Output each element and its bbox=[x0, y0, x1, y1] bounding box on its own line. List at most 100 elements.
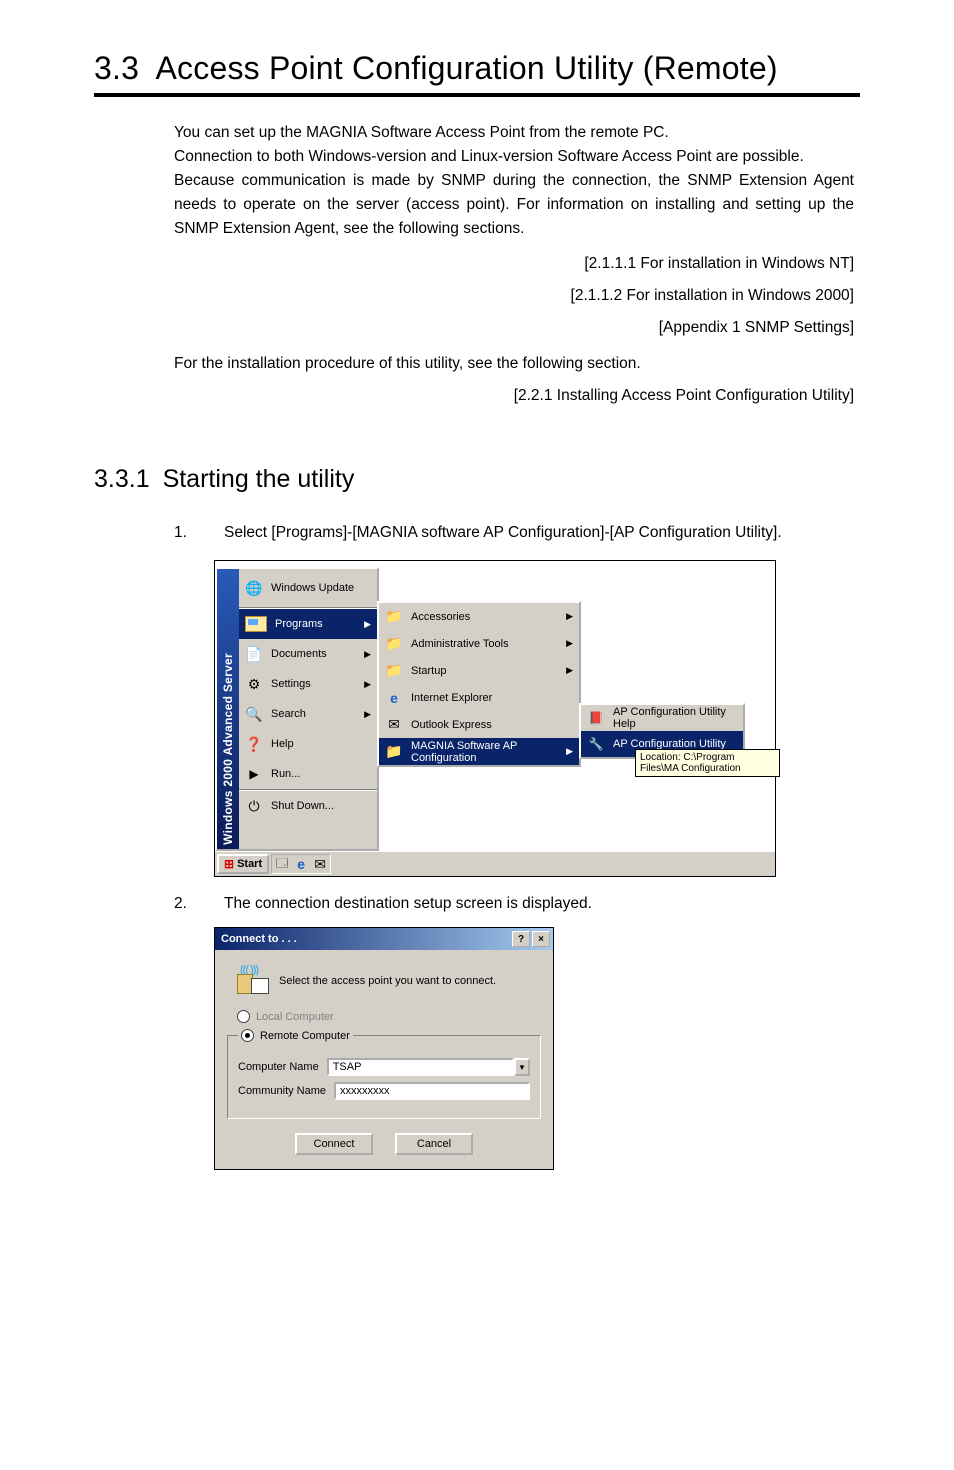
submenu-item-magnia[interactable]: MAGNIA Software AP Configuration ▶ bbox=[379, 738, 579, 765]
search-icon bbox=[245, 705, 263, 723]
radio-icon bbox=[237, 1010, 250, 1023]
submenu-item-admin-tools[interactable]: Administrative Tools ▶ bbox=[379, 630, 579, 657]
intro-block: You can set up the MAGNIA Software Acces… bbox=[174, 121, 854, 241]
start-item-windows-update[interactable]: Windows Update bbox=[239, 569, 377, 607]
submenu-arrow-icon: ▶ bbox=[566, 746, 573, 757]
computer-name-input[interactable] bbox=[327, 1058, 514, 1076]
titlebar-help-button[interactable]: ? bbox=[512, 931, 530, 947]
radio-label: Local Computer bbox=[256, 1011, 334, 1023]
start-item-help[interactable]: Help bbox=[239, 729, 377, 759]
tooltip-location: Location: C:\Program Files\MA Configurat… bbox=[635, 749, 780, 777]
folder-icon bbox=[385, 635, 403, 653]
start-item-label: Windows Update bbox=[271, 582, 354, 594]
run-icon bbox=[245, 765, 263, 783]
step-2-number: 2. bbox=[174, 895, 224, 913]
community-name-label: Community Name bbox=[238, 1085, 326, 1097]
submenu-arrow-icon: ▶ bbox=[364, 619, 371, 630]
start-button-label: Start bbox=[237, 858, 262, 870]
taskbar: Start 🗔 bbox=[215, 851, 775, 876]
submenu-item-oe[interactable]: Outlook Express bbox=[379, 711, 579, 738]
dialog-body: ((( ))) Select the access point you want… bbox=[215, 950, 553, 1169]
start-item-label: Shut Down... bbox=[271, 800, 334, 812]
heading-rule bbox=[94, 93, 860, 97]
cancel-button[interactable]: Cancel bbox=[395, 1133, 473, 1155]
submenu-item-label: Administrative Tools bbox=[411, 638, 509, 650]
dialog-prompt: Select the access point you want to conn… bbox=[279, 975, 496, 987]
settings-icon bbox=[245, 675, 263, 693]
radio-local-computer[interactable]: Local Computer bbox=[237, 1010, 541, 1023]
intro2-text: For the installation procedure of this u… bbox=[174, 355, 854, 373]
page-title: 3.3 Access Point Configuration Utility (… bbox=[94, 50, 860, 87]
start-item-search[interactable]: Search ▶ bbox=[239, 699, 377, 729]
titlebar-close-button[interactable]: × bbox=[532, 931, 550, 947]
remote-computer-group: Remote Computer Computer Name ▼ Communit… bbox=[227, 1029, 541, 1119]
ref-link-3: [Appendix 1 SNMP Settings] bbox=[174, 319, 854, 337]
intro-p3: Because communication is made by SNMP du… bbox=[174, 169, 854, 241]
submenu-item-ie[interactable]: Internet Explorer bbox=[379, 684, 579, 711]
start-menu: Windows 2000 Advanced Server Windows Upd… bbox=[215, 567, 379, 851]
radio-label: Remote Computer bbox=[260, 1030, 350, 1042]
step-1-number: 1. bbox=[174, 524, 224, 542]
subsection-number: 3.3.1 bbox=[94, 465, 150, 493]
start-item-label: Settings bbox=[271, 678, 311, 690]
submenu-item-label: Outlook Express bbox=[411, 719, 492, 731]
ref-link-4: [2.2.1 Installing Access Point Configura… bbox=[174, 387, 854, 405]
step-1-text: Select [Programs]-[MAGNIA software AP Co… bbox=[224, 524, 860, 542]
steps-list-2: 2. The connection destination setup scre… bbox=[174, 895, 860, 913]
submenu-item-label: Startup bbox=[411, 665, 446, 677]
submenu-item-label: AP Configuration Utility Help bbox=[613, 706, 737, 730]
submenu-item-ap-help[interactable]: AP Configuration Utility Help bbox=[581, 705, 743, 731]
submenu-item-label: Internet Explorer bbox=[411, 692, 492, 704]
folder-icon bbox=[385, 608, 403, 626]
radio-icon bbox=[241, 1029, 254, 1042]
help-icon bbox=[245, 735, 263, 753]
folder-icon bbox=[385, 662, 403, 680]
submenu-item-startup[interactable]: Startup ▶ bbox=[379, 657, 579, 684]
submenu-item-label: Accessories bbox=[411, 611, 470, 623]
intro-p2: Connection to both Windows-version and L… bbox=[174, 145, 854, 169]
quick-launch-oe-icon[interactable] bbox=[312, 856, 328, 872]
start-item-run[interactable]: Run... bbox=[239, 759, 377, 789]
submenu-item-label: MAGNIA Software AP Configuration bbox=[411, 740, 558, 764]
step-2-text: The connection destination setup screen … bbox=[224, 895, 860, 913]
reference-links-block-2: [2.2.1 Installing Access Point Configura… bbox=[174, 387, 854, 405]
start-item-settings[interactable]: Settings ▶ bbox=[239, 669, 377, 699]
computer-name-combo[interactable]: ▼ bbox=[327, 1058, 530, 1076]
subsection-title: Starting the utility bbox=[163, 465, 355, 493]
start-item-documents[interactable]: Documents ▶ bbox=[239, 639, 377, 669]
outlook-express-icon bbox=[385, 716, 403, 734]
internet-explorer-icon bbox=[385, 689, 403, 707]
intro-p1: You can set up the MAGNIA Software Acces… bbox=[174, 121, 854, 145]
screenshot-connect-dialog: Connect to . . . ? × ((( ))) Select the … bbox=[214, 927, 554, 1170]
windows-update-icon bbox=[245, 579, 263, 597]
submenu-item-accessories[interactable]: Accessories ▶ bbox=[379, 603, 579, 630]
programs-submenu: Accessories ▶ Administrative Tools ▶ Sta… bbox=[377, 601, 581, 767]
community-name-input[interactable] bbox=[334, 1082, 530, 1100]
start-item-shutdown[interactable]: Shut Down... bbox=[239, 791, 377, 821]
quick-launch-desktop-icon[interactable]: 🗔 bbox=[274, 856, 290, 872]
folder-icon bbox=[385, 743, 403, 761]
steps-list: 1. Select [Programs]-[MAGNIA software AP… bbox=[174, 524, 860, 542]
screenshot-start-menu: Windows 2000 Advanced Server Windows Upd… bbox=[214, 560, 776, 877]
start-item-programs[interactable]: Programs ▶ bbox=[239, 609, 377, 639]
documents-icon bbox=[245, 645, 263, 663]
submenu-arrow-icon: ▶ bbox=[566, 665, 573, 676]
connect-button[interactable]: Connect bbox=[295, 1133, 373, 1155]
submenu-arrow-icon: ▶ bbox=[566, 611, 573, 622]
dialog-title: Connect to . . . bbox=[221, 933, 297, 945]
submenu-arrow-icon: ▶ bbox=[364, 649, 371, 660]
help-file-icon bbox=[587, 709, 605, 727]
start-menu-banner: Windows 2000 Advanced Server bbox=[217, 569, 239, 849]
start-button[interactable]: Start bbox=[217, 854, 269, 874]
quick-launch-ie-icon[interactable] bbox=[293, 856, 309, 872]
start-item-label: Programs bbox=[275, 618, 323, 630]
dialog-icon: ((( ))) bbox=[237, 966, 267, 996]
shutdown-icon bbox=[245, 797, 263, 815]
radio-remote-computer[interactable]: Remote Computer bbox=[238, 1029, 353, 1042]
start-item-label: Run... bbox=[271, 768, 300, 780]
reference-links-block: [2.1.1.1 For installation in Windows NT]… bbox=[174, 255, 854, 337]
start-item-label: Documents bbox=[271, 648, 327, 660]
dropdown-button[interactable]: ▼ bbox=[514, 1058, 530, 1076]
submenu-arrow-icon: ▶ bbox=[364, 679, 371, 690]
ref-link-1: [2.1.1.1 For installation in Windows NT] bbox=[174, 255, 854, 273]
